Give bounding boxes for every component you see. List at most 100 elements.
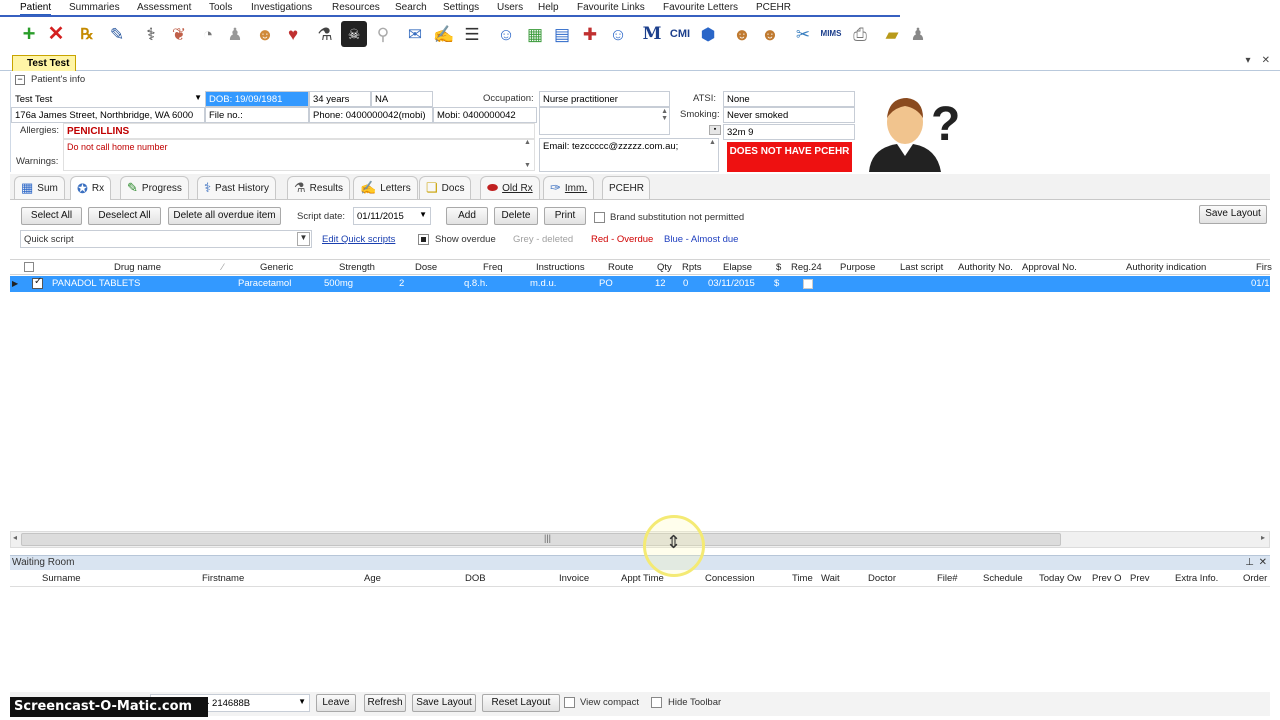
menu-patient[interactable]: Patient [20,2,52,16]
warnings-field[interactable]: Do not call home number [63,139,535,171]
patient-tab[interactable]: Test Test [12,55,76,71]
smoking-field[interactable]: Never smoked [723,107,855,123]
tab-old-rx[interactable]: ⬬ Old Rx [480,176,540,199]
pin-icon[interactable]: ⊥ [1245,557,1254,568]
xray-icon[interactable]: ☠ [341,21,367,47]
col-schedule[interactable]: Schedule [983,573,1023,584]
col-instructions[interactable]: Instructions [536,262,585,273]
table-row[interactable]: ▶ ✓ PANADOL TABLETS Paracetamol 500mg 2 … [10,276,1270,292]
link-icon[interactable]: ⬢ [695,21,721,47]
cmi-icon[interactable]: CMI [667,21,693,47]
collapse-toggle[interactable]: − [15,75,25,85]
col-reg24[interactable]: Reg.24 [791,262,822,273]
view-compact-checkbox[interactable] [564,697,575,708]
quick-script-select[interactable]: Quick script ▼ [20,230,312,248]
calculator-icon[interactable]: ▦ [522,21,548,47]
col-file[interactable]: File# [937,573,958,584]
bmi-toggle[interactable]: ▪ [709,125,721,135]
row-checkbox[interactable]: ✓ [32,276,43,289]
script-date-picker[interactable]: 01/11/2015 ▼ [353,207,431,225]
col-price[interactable]: $ [776,262,781,273]
user-icon[interactable]: ☺ [493,21,519,47]
referral-icon[interactable]: ✚ [577,21,603,47]
col-last-script[interactable]: Last script [900,262,943,273]
person-icon[interactable]: ♟ [222,21,248,47]
reset-layout-button[interactable]: Reset Layout [482,694,560,712]
col-surname[interactable]: Surname [42,573,81,584]
phone-field[interactable]: Phone: 0400000042(mobi) [309,107,433,123]
col-approval-no[interactable]: Approval No. [1022,262,1077,273]
scissors-icon[interactable]: ✂ [790,21,816,47]
menu-investigations[interactable]: Investigations [251,2,312,13]
occupation-notes[interactable]: ▲ ▼ [539,107,670,135]
atsi-field[interactable]: None [723,91,855,107]
file-no-field[interactable]: File no.: [205,107,309,123]
write-icon[interactable]: ✍ [431,21,457,47]
vims-icon[interactable]: MIMS [818,21,844,47]
menu-search[interactable]: Search [395,2,427,13]
scroll-right-icon[interactable]: ▸ [1261,533,1265,542]
col-appt-time[interactable]: Appt Time [621,573,664,584]
close-icon[interactable]: ✕ [1262,55,1270,66]
col-wait[interactable]: Wait [821,573,840,584]
dob-field[interactable]: DOB: 19/09/1981 [205,91,309,107]
delete-button[interactable]: Delete [494,207,538,225]
col-extra-info[interactable]: Extra Info. [1175,573,1218,584]
person-grey-icon[interactable]: ♟ [905,21,931,47]
stethoscope-icon[interactable]: ⚕ [138,21,164,47]
col-time[interactable]: Time [792,573,813,584]
select-all-button[interactable]: Select All [21,207,82,225]
col-route[interactable]: Route [608,262,633,273]
col-today-owing[interactable]: Today Ow [1039,573,1081,584]
col-elapse[interactable]: Elapse [723,262,752,273]
col-concession[interactable]: Concession [705,573,755,584]
lungs-icon[interactable]: ❦ [166,21,192,47]
menu-resources[interactable]: Resources [332,2,380,13]
pelvis-icon[interactable]: ⚲ [370,21,396,47]
menu-favourite-links[interactable]: Favourite Links [577,2,645,13]
tab-sum[interactable]: ▦ Sum [14,176,65,199]
delete-overdue-button[interactable]: Delete all overdue item [168,207,281,225]
referral-user-icon[interactable]: ☺ [605,21,631,47]
col-first[interactable]: Firs [1256,262,1272,273]
scroll-thumb[interactable]: ||| [21,533,1061,546]
col-age[interactable]: Age [364,573,381,584]
col-freq[interactable]: Freq [483,262,503,273]
row-expand-icon[interactable]: ▶ [12,279,18,288]
speech-icon[interactable]: ☰ [459,21,485,47]
tab-imm[interactable]: ✑ Imm. [543,176,595,199]
menu-assessment[interactable]: Assessment [137,2,191,13]
save-layout-button[interactable]: Save Layout [1199,205,1267,224]
col-strength[interactable]: Strength [339,262,375,273]
menu-tools[interactable]: Tools [209,2,232,13]
leave-button[interactable]: Leave [316,694,356,712]
save-layout-bottom-button[interactable]: Save Layout [412,694,476,712]
print-button[interactable]: Print [544,207,586,225]
tab-past-history[interactable]: ⚕ Past History [197,176,276,199]
select-all-checkbox[interactable] [24,262,34,272]
menu-favourite-letters[interactable]: Favourite Letters [663,2,738,13]
refresh-button[interactable]: Refresh [364,694,406,712]
tab-pcehr[interactable]: PCEHR [602,176,650,199]
occupation-field[interactable]: Nurse practitioner [539,91,670,107]
col-drug-name[interactable]: Drug name [114,262,161,273]
deselect-all-button[interactable]: Deselect All [88,207,161,225]
brand-substitution-checkbox[interactable] [594,212,605,223]
menu-help[interactable]: Help [538,2,559,13]
col-dose[interactable]: Dose [415,262,437,273]
show-overdue-checkbox[interactable] [418,234,429,245]
email-field[interactable]: Email: tezccccc@zzzzz.com.au; [539,138,719,172]
weight-scale-icon[interactable]: ◔ [195,21,221,47]
add-icon[interactable]: + [16,21,42,47]
close-icon[interactable]: ✕ [43,21,69,47]
hide-toolbar-checkbox[interactable] [651,697,662,708]
col-firstname[interactable]: Firstname [202,573,244,584]
tab-progress[interactable]: ✎ Progress [120,176,189,199]
printer-icon[interactable]: ⎙ [847,21,873,47]
col-authority-indication[interactable]: Authority indication [1126,262,1206,273]
col-order[interactable]: Order [1243,573,1267,584]
rx-icon[interactable]: ℞ [74,21,100,47]
tab-docs[interactable]: ❏ Docs [419,176,472,199]
chevron-down-icon[interactable]: ▾ [1245,55,1250,66]
col-prev-owing[interactable]: Prev O [1092,573,1122,584]
